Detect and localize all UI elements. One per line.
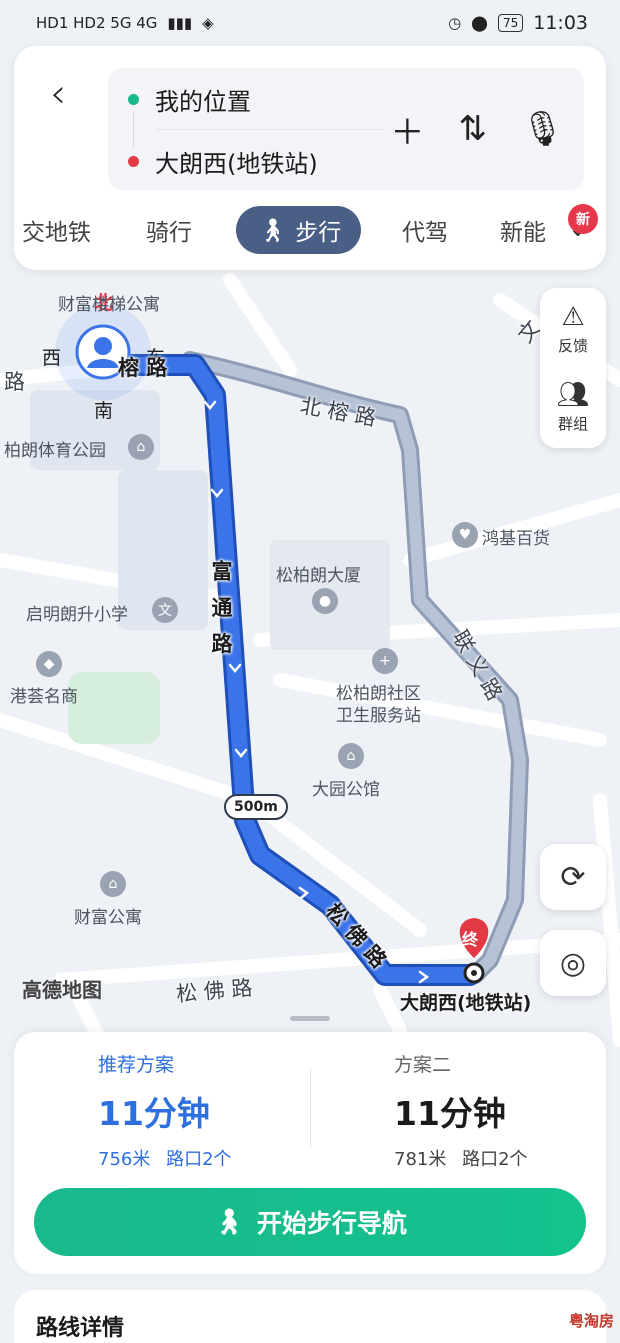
alarm-icon: ◷ xyxy=(448,14,462,32)
poi-label: 鸿基百货 xyxy=(482,529,550,549)
crosshair-icon: ◎ xyxy=(559,945,587,981)
destination-field[interactable]: 大朗西(地铁站) xyxy=(128,130,318,192)
plan-name: 推荐方案 xyxy=(98,1054,175,1076)
tab-walk[interactable]: 🚶︎ 步行 xyxy=(236,206,362,254)
signal-icon: ▮▮▮ xyxy=(167,14,193,32)
shop-icon: ◆ xyxy=(36,651,62,677)
add-waypoint-icon[interactable]: ＋ xyxy=(390,105,424,154)
tab-bike[interactable]: 骑行 xyxy=(146,206,192,254)
feedback-icon: ⚠︎ xyxy=(561,301,585,332)
road-futong: 富 通 路 xyxy=(209,560,233,658)
poi-label: 财富楼梯公寓 xyxy=(58,295,160,315)
new-badge: 新 xyxy=(568,204,598,234)
road-left: 路 xyxy=(4,370,25,394)
plan-time: 11分钟 xyxy=(98,1094,210,1133)
start-walk-navigation-button[interactable]: 🚶︎ 开始步行导航 xyxy=(34,1188,586,1256)
building-icon: ⌂ xyxy=(100,871,126,897)
battery-icon: 75 xyxy=(497,14,524,32)
plan-meta: 756米 路口2个 xyxy=(98,1145,358,1171)
destination-label: 大朗西(地铁站) xyxy=(400,992,532,1014)
location-icon: ⬤ xyxy=(471,14,488,32)
sheet-handle[interactable] xyxy=(290,1016,330,1021)
destination-dot-icon xyxy=(128,155,139,167)
walk-icon: 🚶︎ xyxy=(213,1207,245,1236)
watermark-logo: 粤淘房 xyxy=(568,1312,614,1330)
network-info: HD1 HD2 5G 4G xyxy=(36,14,158,32)
plan-recommended[interactable]: 推荐方案 11分钟 756米 路口2个 xyxy=(98,1050,358,1171)
tab-driver[interactable]: 代驾 xyxy=(402,206,448,254)
divider xyxy=(310,1068,311,1148)
clock: 11:03 xyxy=(533,12,588,34)
walk-icon: 🚶︎ xyxy=(258,217,288,244)
origin-dot-icon xyxy=(128,93,139,105)
route-details-title: 路线详情 xyxy=(36,1316,125,1341)
plan-distance: 781米 xyxy=(394,1149,447,1170)
plan-distance: 756米 xyxy=(98,1149,151,1170)
microphone-icon[interactable]: 🎙︎ xyxy=(521,109,564,149)
group-label: 群组 xyxy=(557,414,588,433)
start-button-label: 开始步行导航 xyxy=(256,1209,407,1238)
building-icon: ● xyxy=(312,588,338,614)
poi-label: 启明朗升小学 xyxy=(26,605,128,625)
poi-label: 松柏朗大厦 xyxy=(276,566,361,586)
shop-icon: ♥ xyxy=(452,522,478,548)
poi-label: 财富公寓 xyxy=(74,908,142,928)
scale-badge: 500m xyxy=(224,794,288,820)
plan-crossings: 路口2个 xyxy=(462,1149,528,1170)
origin-field[interactable]: 我的位置 xyxy=(128,68,251,130)
building-icon: ⌂ xyxy=(338,743,364,769)
plan-crossings: 路口2个 xyxy=(166,1149,232,1170)
destination-text: 大朗西(地铁站) xyxy=(155,149,318,178)
map-tools-panel: ⚠︎ 反馈 👥︎ 群组 xyxy=(540,288,606,448)
swap-icon[interactable]: ⇅ xyxy=(458,109,487,149)
destination-marker: 终 xyxy=(462,930,479,949)
refresh-button[interactable]: ⟳ xyxy=(540,844,606,910)
route-search-card: ‹ 我的位置 大朗西(地铁站) ＋ ⇅ 🎙︎ 交地铁 骑行 🚶︎ 步行 代驾 新… xyxy=(14,46,606,270)
poi-label: 大园公馆 xyxy=(312,780,380,800)
compass-south: 南 xyxy=(94,400,114,422)
poi-label: 卫生服务站 xyxy=(336,706,421,726)
group-button[interactable]: 👥︎ 群组 xyxy=(540,368,606,446)
plan-time: 11分钟 xyxy=(394,1094,506,1133)
map-logo: 高德地图 xyxy=(22,978,102,1002)
tab-walk-label: 步行 xyxy=(295,220,342,246)
hospital-icon: + xyxy=(372,648,398,674)
compass-west: 西 xyxy=(42,347,62,369)
travel-mode-tabs: 交地铁 骑行 🚶︎ 步行 代驾 新能 ⌄ xyxy=(14,206,606,254)
poi-label: 柏朗体育公园 xyxy=(4,441,106,461)
road-beirong-main: 榕 路 xyxy=(118,356,168,380)
plan-meta: 781米 路口2个 xyxy=(394,1145,620,1171)
refresh-icon: ⟳ xyxy=(560,859,586,895)
tab-new-energy[interactable]: 新能 xyxy=(500,206,546,254)
back-button[interactable]: ‹ xyxy=(38,70,78,118)
plan-name: 方案二 xyxy=(394,1054,452,1076)
route-details-card[interactable]: 路线详情 xyxy=(14,1290,606,1343)
group-icon: 👥︎ xyxy=(556,379,590,410)
origin-text: 我的位置 xyxy=(155,87,251,116)
shield-icon: ◈ xyxy=(202,14,214,32)
chevron-left-icon: ‹ xyxy=(50,71,66,117)
locate-button[interactable]: ◎ xyxy=(540,930,606,996)
school-icon: 文 xyxy=(152,597,178,623)
park-icon: ⌂ xyxy=(128,434,154,460)
tab-transit[interactable]: 交地铁 xyxy=(22,206,91,254)
route-plans-sheet: 推荐方案 11分钟 756米 路口2个 方案二 11分钟 781米 路口2个 🚶… xyxy=(14,1032,606,1274)
plan-two[interactable]: 方案二 11分钟 781米 路口2个 xyxy=(394,1050,620,1171)
feedback-button[interactable]: ⚠︎ 反馈 xyxy=(540,290,606,368)
route-inputs: 我的位置 大朗西(地铁站) ＋ ⇅ 🎙︎ xyxy=(108,68,584,190)
poi-label: 港荟名商 xyxy=(10,687,78,707)
feedback-label: 反馈 xyxy=(557,336,588,355)
status-bar: HD1 HD2 5G 4G ▮▮▮ ◈ ◷ ⬤ 75 11:03 xyxy=(0,0,620,46)
